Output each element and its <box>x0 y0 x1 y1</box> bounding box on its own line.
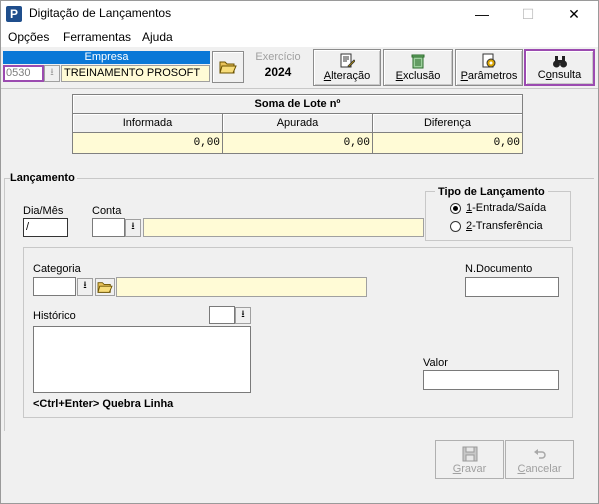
exercicio-value[interactable]: 2024 <box>246 65 310 79</box>
value-diferenca: 0,00 <box>373 133 522 153</box>
valor-field[interactable] <box>423 370 559 390</box>
settings-document-icon <box>482 53 496 68</box>
cancelar-label: Cancelar <box>517 463 562 475</box>
quebra-linha-hint: <Ctrl+Enter> Quebra Linha <box>33 398 174 410</box>
conta-label: Conta <box>92 205 122 217</box>
gravar-button[interactable]: Gravar <box>435 440 504 479</box>
maximize-button[interactable]: ☐ <box>505 1 551 27</box>
window-title: Digitação de Lançamentos <box>29 6 172 20</box>
categoria-name-field[interactable] <box>116 277 367 297</box>
menu-bar: Opções Ferramentas Ajuda <box>1 27 598 47</box>
categoria-code-field[interactable] <box>33 277 76 296</box>
dia-mes-label: Dia/Mês <box>23 205 64 217</box>
conta-name-field[interactable] <box>143 218 424 237</box>
exclusao-label: Exclusão <box>395 70 441 82</box>
cancelar-button[interactable]: Cancelar <box>505 440 574 479</box>
empresa-name-field[interactable]: TREINAMENTO PROSOFT <box>61 65 210 82</box>
tipo-lancamento-label: Tipo de Lançamento <box>435 186 548 198</box>
lancamento-section-label: Lançamento <box>10 172 77 184</box>
tipo-entrada-saida-radio[interactable] <box>450 203 461 214</box>
header-informada: Informada <box>73 114 223 133</box>
menu-opcoes[interactable]: Opções <box>8 30 49 44</box>
open-folder-icon <box>97 282 113 293</box>
conta-code-field[interactable] <box>92 218 125 237</box>
menu-ajuda[interactable]: Ajuda <box>142 30 173 44</box>
minimize-button[interactable]: — <box>459 1 505 27</box>
consulta-label: Consulta <box>537 69 582 81</box>
arrow-down-icon: ⭳ <box>241 309 245 320</box>
historico-textarea[interactable] <box>33 326 251 393</box>
consulta-button[interactable]: Consulta <box>524 49 595 86</box>
categoria-dropdown-button[interactable]: ⭳ <box>77 278 93 296</box>
tipo-entrada-saida-label[interactable]: 1-Entrada/Saída <box>466 202 546 214</box>
gravar-label: Gravar <box>452 463 487 475</box>
app-logo-icon: P <box>6 6 22 22</box>
soma-lote-table: Soma de Lote nº Informada Apurada Difere… <box>72 94 523 154</box>
binoculars-icon <box>552 56 567 68</box>
historico-label: Histórico <box>33 310 76 322</box>
empresa-label: Empresa <box>3 51 210 64</box>
open-folder-icon <box>219 61 237 74</box>
header-apurada: Apurada <box>223 114 373 133</box>
exercicio-label: Exercício <box>255 51 301 63</box>
historico-dropdown-button[interactable]: ⭳ <box>235 307 251 324</box>
save-disk-icon <box>462 446 478 462</box>
open-folder-button[interactable] <box>212 51 244 83</box>
alteracao-button[interactable]: Alteração <box>313 49 381 86</box>
menu-ferramentas[interactable]: Ferramentas <box>63 30 131 44</box>
tipo-transferencia-label[interactable]: 2-Transferência <box>466 220 543 232</box>
exercicio-box: Exercício 2024 <box>246 50 310 84</box>
arrow-down-icon: ⭳ <box>83 280 87 291</box>
value-informada: 0,00 <box>73 133 223 153</box>
parametros-button[interactable]: Parâmetros <box>455 49 523 86</box>
dia-mes-field[interactable]: / <box>23 218 68 237</box>
soma-lote-title: Soma de Lote nº <box>73 95 522 114</box>
empresa-code-field[interactable]: 0530 <box>3 65 44 82</box>
edit-document-icon <box>340 53 355 68</box>
tipo-lancamento-group <box>425 191 571 241</box>
conta-dropdown-button[interactable]: ⭳ <box>125 219 141 237</box>
arrow-down-icon: ⭳ <box>131 221 135 232</box>
categoria-folder-button[interactable] <box>95 278 115 296</box>
header-diferenca: Diferença <box>373 114 522 133</box>
exclusao-button[interactable]: Exclusão <box>383 49 453 86</box>
undo-icon <box>534 449 546 459</box>
parametros-label: Parâmetros <box>460 70 518 82</box>
ndocumento-field[interactable] <box>465 277 559 297</box>
tipo-transferencia-radio[interactable] <box>450 221 461 232</box>
value-apurada: 0,00 <box>223 133 373 153</box>
categoria-label: Categoria <box>33 263 81 275</box>
arrow-down-icon: ⭳ <box>50 67 54 78</box>
trash-icon <box>411 54 425 69</box>
title-bar: P Digitação de Lançamentos — ☐ ✕ <box>1 1 598 27</box>
ndocumento-label: N.Documento <box>465 263 533 275</box>
alteracao-label: Alteração <box>323 70 371 82</box>
window: P Digitação de Lançamentos — ☐ ✕ Opções … <box>0 0 599 504</box>
empresa-dropdown-button[interactable]: ⭳ <box>44 65 60 82</box>
close-button[interactable]: ✕ <box>551 1 597 27</box>
historico-code-field[interactable] <box>209 306 235 324</box>
valor-label: Valor <box>423 357 448 369</box>
